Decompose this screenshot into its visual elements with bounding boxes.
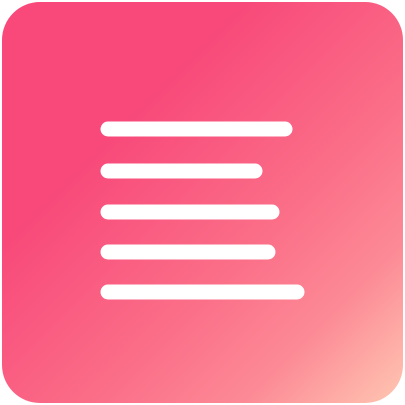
app-icon-tile[interactable] bbox=[2, 2, 403, 403]
text-lines-icon bbox=[100, 121, 305, 300]
